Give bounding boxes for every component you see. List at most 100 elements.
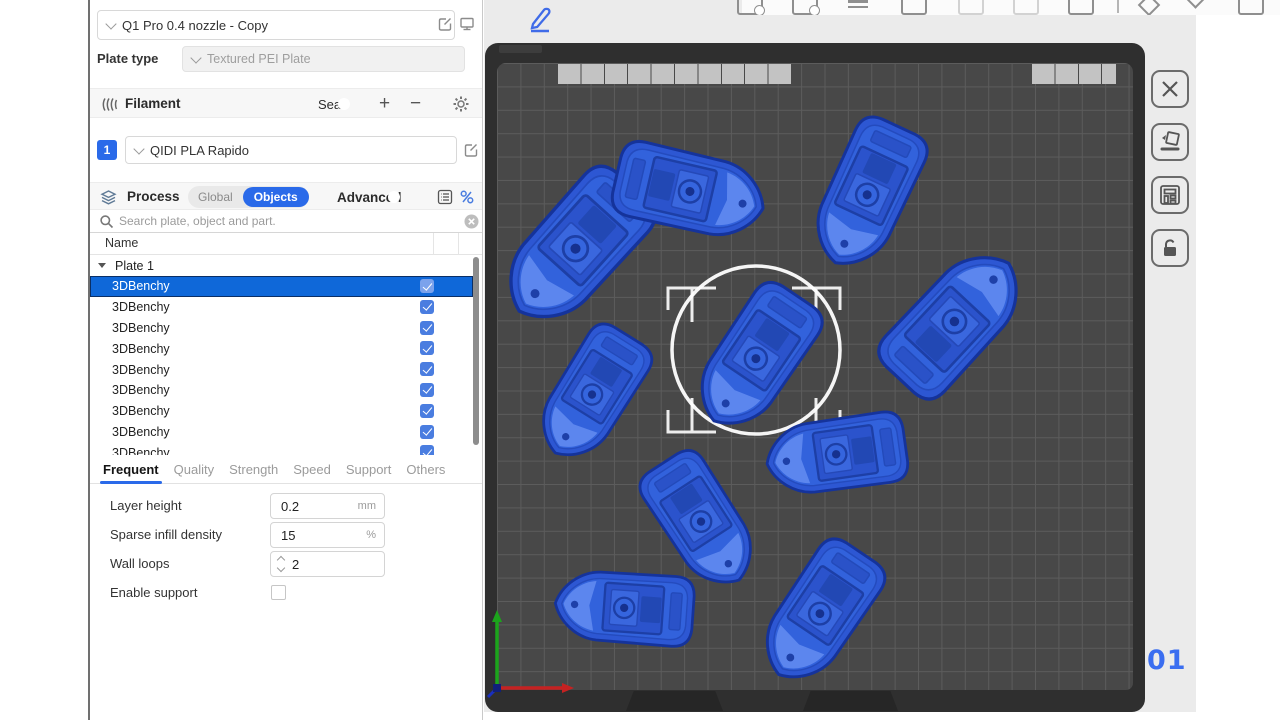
benchy-model[interactable] [526,318,658,472]
tab-quality[interactable]: Quality [174,462,214,477]
remove-filament-button[interactable]: − [410,89,421,119]
search-clear-icon[interactable] [464,214,479,229]
plate-settings-button[interactable] [1151,176,1189,214]
right-margin [1196,0,1280,720]
enable-support-checkbox[interactable] [271,585,286,600]
object-row-label: 3DBenchy [112,404,170,418]
object-visible-checkbox[interactable] [420,445,434,455]
object-row[interactable]: 3DBenchy [90,338,473,359]
param-list-icon[interactable] [437,189,453,205]
object-row[interactable]: 3DBenchy [90,359,473,380]
filament-slot-badge[interactable]: 1 [97,140,117,160]
tab-others[interactable]: Others [406,462,445,477]
layer-height-input[interactable]: 0.2 mm [270,493,385,519]
search-bar[interactable]: Search plate, object and part. [90,210,482,233]
toolbar-icon-stub-box[interactable] [1238,0,1264,15]
benchy-model[interactable] [748,532,892,696]
filament-icon [101,96,118,113]
benchy-model[interactable] [871,236,1038,407]
benchy-model[interactable] [762,410,910,499]
top-toolbar [484,0,1280,15]
mode-objects-option[interactable]: Objects [243,187,309,207]
wall-loops-stepper[interactable]: 2 [270,551,385,577]
tab-speed[interactable]: Speed [293,462,331,477]
object-row-label: 3DBenchy [112,300,170,314]
object-visible-checkbox[interactable] [420,383,434,397]
toolbar-icon-stub-box[interactable] [901,0,927,15]
object-row[interactable]: 3DBenchy [90,442,473,455]
layer-height-unit: mm [358,500,376,512]
toolbar-icon-stub-box-badge[interactable] [737,0,763,15]
edit-printer-icon[interactable] [436,15,454,33]
object-row[interactable]: 3DBenchy [90,297,473,318]
filament-settings-gear-icon[interactable] [452,95,470,113]
object-visible-checkbox[interactable] [420,362,434,376]
process-layers-icon [100,189,117,206]
printer-select[interactable]: Q1 Pro 0.4 nozzle - Copy [97,10,455,40]
mode-global-option[interactable]: Global [188,188,243,206]
tab-strength[interactable]: Strength [229,462,278,477]
scene-canvas[interactable] [484,0,1196,720]
object-visible-checkbox[interactable] [420,300,434,314]
toolbar-icon-stub-lines[interactable] [848,0,868,8]
sparse-infill-value: 15 [281,528,366,543]
tab-support[interactable]: Support [346,462,392,477]
3d-viewport[interactable]: 01 [484,0,1196,720]
lock-plate-button[interactable] [1151,229,1189,267]
filament-preset-value: QIDI PLA Rapido [150,143,249,158]
object-row[interactable]: 3DBenchy [90,318,473,339]
process-mode-switch: Global Objects [188,186,309,208]
edit-filament-icon[interactable] [462,141,480,159]
auto-arrange-button[interactable] [1151,123,1189,161]
axis-indicator [488,610,574,697]
toolbar-icon-stub-faded[interactable] [1013,0,1039,15]
process-tab-bar: Frequent Quality Strength Speed Support Other… [90,455,482,484]
collapse-chevron-icon[interactable] [98,263,106,268]
add-filament-button[interactable]: + [379,89,390,119]
object-row-label: 3DBenchy [112,363,170,377]
toolbar-icon-stub-chevron[interactable] [1189,0,1202,6]
object-row[interactable]: 3DBenchy [90,422,473,443]
toolbar-icon-stub-box-badge[interactable] [792,0,818,15]
object-row-label: 3DBenchy [112,425,170,439]
plate-type-select[interactable]: Textured PEI Plate [182,46,465,72]
object-visible-checkbox[interactable] [420,341,434,355]
tab-frequent[interactable]: Frequent [103,462,159,477]
object-row-label: 3DBenchy [112,446,170,455]
object-row[interactable]: 3DBenchy [90,401,473,422]
tune-params-icon[interactable] [459,189,475,205]
printer-select-value: Q1 Pro 0.4 nozzle - Copy [122,18,268,33]
object-visible-checkbox[interactable] [420,279,434,293]
list-scrollbar[interactable] [473,257,479,445]
toolbar-icon-stub-sep[interactable] [1117,0,1119,13]
benchy-model[interactable] [553,568,696,647]
object-visible-checkbox[interactable] [420,404,434,418]
wall-loops-value: 2 [292,557,384,572]
object-row-label: 3DBenchy [112,279,170,293]
object-row[interactable]: 3DBenchy [90,380,473,401]
plate-group-label: Plate 1 [115,259,154,273]
benchy-model[interactable] [801,111,933,279]
search-placeholder: Search plate, object and part. [119,210,276,233]
toolbar-icon-stub-diamond[interactable] [1141,0,1157,13]
enable-support-label: Enable support [110,580,197,606]
layer-height-value: 0.2 [281,499,358,514]
sparse-infill-label: Sparse infill density [110,522,222,548]
filament-section-header: Filament Seal + − [90,88,482,118]
stepper-arrows-icon[interactable] [278,557,284,571]
plate-group-row[interactable]: Plate 1 [90,255,473,276]
toolbar-icon-stub-box[interactable] [1068,0,1094,15]
printer-sync-icon[interactable] [458,15,476,33]
close-icon [1159,78,1181,100]
object-visible-checkbox[interactable] [420,425,434,439]
benchy-models[interactable] [488,111,1038,696]
object-row[interactable]: 3DBenchy [90,276,473,297]
toolbar-icon-stub-faded[interactable] [958,0,984,15]
object-list-header: Name [90,233,482,255]
delete-all-button[interactable] [1151,70,1189,108]
selection-bracket [668,288,716,322]
lock-open-icon [1159,237,1181,259]
filament-preset-select[interactable]: QIDI PLA Rapido [125,136,457,164]
sparse-infill-input[interactable]: 15 % [270,522,385,548]
object-visible-checkbox[interactable] [420,321,434,335]
